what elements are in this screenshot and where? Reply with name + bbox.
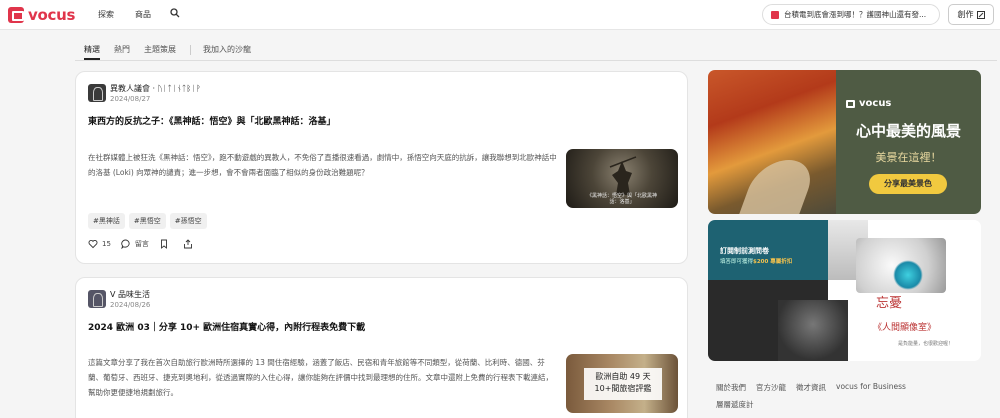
nav-products[interactable]: 商品: [135, 9, 151, 20]
post-thumbnail[interactable]: 《黑神話：悟空》與「北歐黑神話：洛基」: [566, 149, 678, 208]
share-button[interactable]: [183, 239, 197, 249]
post-excerpt[interactable]: 這篇文章分享了我在首次自助旅行歐洲時所選擇的 13 間住宿經驗，涵蓋了飯店、民宿…: [88, 355, 558, 400]
edit-icon: [976, 10, 985, 19]
ad-discount: $200 專屬折扣: [753, 259, 793, 265]
author-row: V 品味生活 2024/08/26: [88, 290, 150, 310]
like-button[interactable]: 15: [88, 239, 111, 249]
footer-link-about[interactable]: 關於我們: [716, 382, 746, 393]
tab-featured[interactable]: 精選: [84, 44, 100, 60]
post-card[interactable]: V 品味生活 2024/08/26 2024 歐洲 03｜分享 10+ 歐洲住宿…: [75, 277, 688, 418]
tabs-divider: [75, 60, 997, 61]
ad-tagline: 是負能量，也很歡迎喔！: [898, 341, 954, 347]
heart-icon: [88, 239, 98, 249]
author-name[interactable]: V 品味生活: [110, 290, 150, 300]
share-icon: [183, 239, 192, 249]
tag[interactable]: #黑神話: [88, 213, 125, 229]
footer-link-calculator[interactable]: 層層遞度計: [716, 399, 754, 410]
post-title[interactable]: 東西方的反抗之子：《黑神話：悟空》與「北歐黑神話：洛基」: [88, 114, 336, 127]
like-count: 15: [102, 240, 111, 248]
thumbnail-caption: 歐洲自助 49 天 10+間旅宿評鑑: [584, 368, 662, 400]
comment-button[interactable]: 留言: [121, 239, 149, 249]
ad-child-photo-dark: [778, 300, 848, 361]
nav-explore[interactable]: 探索: [98, 9, 114, 20]
ad-brand-text: vocus: [859, 98, 892, 109]
avatar[interactable]: [88, 290, 106, 308]
avatar[interactable]: [88, 84, 106, 102]
tab-my-salons[interactable]: 我加入的沙龍: [203, 44, 251, 60]
tab-curation[interactable]: 主題策展: [144, 44, 176, 60]
autumn-road-image: [708, 70, 836, 214]
logo-text: vocus: [28, 6, 76, 24]
landscape-ad-banner[interactable]: vocus 心中最美的風景 美景在這裡！ 分享最美景色: [708, 70, 981, 214]
top-bar: vocus 探索 商品 台積電到底會漲到哪！？護國神山還有發... 創作: [0, 0, 1000, 30]
footer-link-careers[interactable]: 徵才資訊: [796, 382, 826, 393]
tab-popular[interactable]: 熱門: [114, 44, 130, 60]
post-thumbnail[interactable]: 歐洲自助 49 天 10+間旅宿評鑑: [566, 354, 678, 413]
bookmark-icon: [160, 239, 167, 249]
feed-tabs: 精選 熱門 主題策展 我加入的沙龍: [84, 44, 265, 60]
ad-subtext: 填答即可獲得$200 專屬折扣: [720, 257, 792, 265]
vocus-logo-icon: [8, 7, 24, 23]
bookmark-button[interactable]: [159, 239, 173, 249]
post-actions: 15 留言: [88, 239, 207, 249]
thumbnail-caption: 《黑神話：悟空》與「北歐黑神話：洛基」: [586, 193, 657, 205]
post-excerpt[interactable]: 在社群媒體上被狂洗《黑神話：悟空》，跑不動遊戲的異教人，不免俗了直播很速看過，劇…: [88, 150, 558, 180]
ad-subtext-prefix: 填答即可獲得: [720, 259, 754, 265]
vocus-logo[interactable]: vocus: [8, 6, 75, 24]
post-card[interactable]: 異教人議會 · ᚢᛁᛏᛁᚾᛏᛒᛁᚹ 2024/08/27 東西方的反抗之子：《黑…: [75, 71, 688, 264]
post-title[interactable]: 2024 歐洲 03｜分享 10+ 歐洲住宿真實心得，內附行程表免費下載: [88, 320, 365, 333]
promo-banner[interactable]: 台積電到底會漲到哪！？護國神山還有發...: [762, 4, 940, 25]
tag-list: #黑神話 #黑悟空 #孫悟空: [88, 213, 207, 229]
ad-brand: vocus: [846, 98, 891, 109]
tag[interactable]: #孫悟空: [169, 213, 207, 229]
tab-divider: [190, 45, 191, 55]
ad-heading: 訂閱制前測問卷: [720, 247, 769, 255]
comment-label: 留言: [134, 240, 149, 248]
ad-blue-glow: [893, 260, 923, 290]
tag[interactable]: #黑悟空: [128, 213, 166, 229]
search-icon[interactable]: [170, 8, 180, 18]
footer-link-business[interactable]: vocus for Business: [836, 382, 906, 393]
ad-title: 《人間顯像室》: [873, 323, 937, 333]
survey-ad-banner[interactable]: 訂閱制前測問卷 填答即可獲得$200 專屬折扣 忘憂 《人間顯像室》 是負能量，…: [708, 220, 981, 361]
author-row: 異教人議會 · ᚢᛁᛏᛁᚾᛏᛒᛁᚹ 2024/08/27: [88, 84, 201, 104]
ad-subtitle: 美景在這裡！: [875, 151, 942, 164]
vocus-logo-icon: [846, 99, 855, 108]
ad-panel: vocus 心中最美的風景 美景在這裡！ 分享最美景色: [836, 70, 981, 214]
write-button[interactable]: 創作: [948, 4, 994, 25]
share-scenery-button[interactable]: 分享最美景色: [869, 174, 947, 194]
write-label: 創作: [957, 10, 974, 19]
footer-link-official-salon[interactable]: 官方沙龍: [756, 382, 786, 393]
post-date: 2024/08/27: [110, 95, 151, 103]
promo-icon: [771, 10, 779, 19]
road-shape: [737, 160, 819, 214]
ad-calligraphy: 忘憂: [876, 296, 903, 311]
post-date: 2024/08/26: [110, 301, 151, 309]
author-name[interactable]: 異教人議會 · ᚢᛁᛏᛁᚾᛏᛒᛁᚹ: [110, 84, 201, 94]
footer-links: 關於我們 官方沙龍 徵才資訊 vocus for Business 層層遞度計: [716, 382, 916, 410]
ad-title: 心中最美的風景: [855, 122, 961, 140]
promo-text: 台積電到底會漲到哪！？護國神山還有發...: [784, 10, 927, 19]
comment-icon: [121, 239, 130, 249]
